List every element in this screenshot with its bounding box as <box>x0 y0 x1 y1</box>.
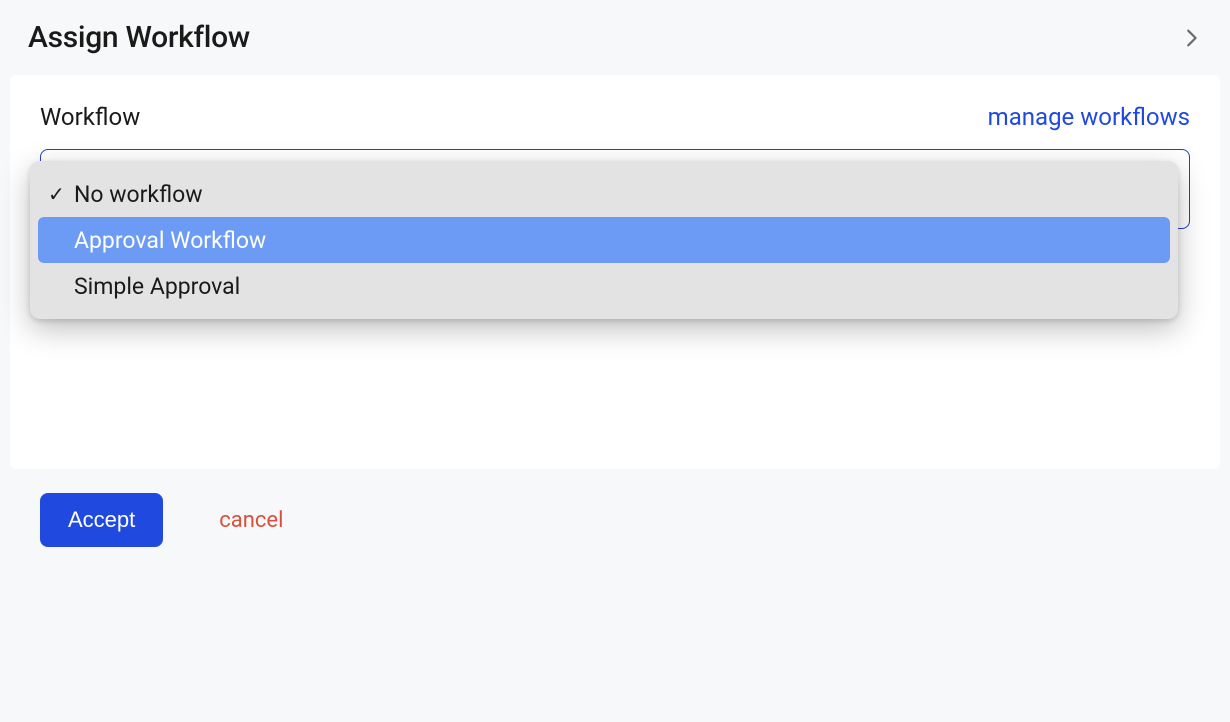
dropdown-option-simple-approval[interactable]: Simple Approval <box>38 263 1170 309</box>
page-header: Assign Workflow <box>10 10 1220 75</box>
accept-button[interactable]: Accept <box>40 493 163 547</box>
cancel-link[interactable]: cancel <box>219 508 283 533</box>
footer-actions: Accept cancel <box>10 469 1220 571</box>
page-title: Assign Workflow <box>28 20 250 55</box>
check-icon <box>48 182 74 206</box>
page-container: Assign Workflow Workflow manage workflow… <box>0 0 1230 581</box>
workflow-select-wrapper: No workflow Approval Workflow Simple App… <box>40 149 1190 229</box>
workflow-field-label: Workflow <box>40 103 140 131</box>
manage-workflows-link[interactable]: manage workflows <box>988 103 1190 131</box>
chevron-right-icon[interactable] <box>1180 23 1202 53</box>
dropdown-option-label: Simple Approval <box>74 273 1160 300</box>
workflow-dropdown: No workflow Approval Workflow Simple App… <box>30 161 1178 319</box>
dropdown-option-label: No workflow <box>74 181 1160 208</box>
dropdown-option-no-workflow[interactable]: No workflow <box>38 171 1170 217</box>
dropdown-option-label: Approval Workflow <box>74 227 1160 254</box>
field-header: Workflow manage workflows <box>40 103 1190 131</box>
dropdown-option-approval-workflow[interactable]: Approval Workflow <box>38 217 1170 263</box>
form-panel: Workflow manage workflows No workflow Ap… <box>10 75 1220 469</box>
